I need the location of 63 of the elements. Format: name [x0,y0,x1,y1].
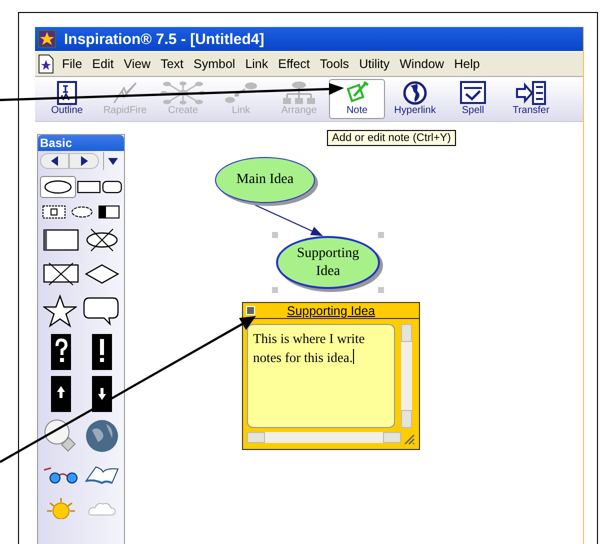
toolbar-button[interactable]: Transfer [503,79,559,119]
tooltip: Add or edit note (Ctrl+Y) [327,130,456,146]
globe-icon[interactable] [84,418,120,454]
oval-icon [43,179,73,195]
selection-handle[interactable] [272,287,278,293]
menu-item[interactable]: Effect [273,57,315,71]
palette-title: Basic [38,135,124,151]
palette-forward-button[interactable] [69,153,98,169]
document-icon[interactable] [38,54,54,74]
menu-item[interactable]: Utility [354,57,395,71]
link-icon [224,81,258,105]
app-icon [38,30,56,48]
palette-symbol[interactable] [40,176,76,198]
idea-oval[interactable]: Supporting Idea [276,236,380,289]
menu-item[interactable]: View [118,57,156,71]
toolbar-button[interactable]: Spell [445,79,501,119]
vertical-scrollbar[interactable] [401,324,412,428]
menu-item[interactable]: File [57,57,88,71]
crossed-rectangle-icon[interactable] [42,262,78,286]
diamond-icon[interactable] [84,263,120,285]
speech-bubble-icon[interactable] [83,296,119,326]
menu-item[interactable]: Text [156,57,189,71]
idea-oval[interactable]: Main Idea [215,157,315,203]
globe-icon [403,81,427,105]
note-icon [345,81,369,105]
note-close-box[interactable] [246,306,255,315]
caret-icon [108,158,118,164]
dotted-box-icon[interactable] [42,204,66,220]
left-triangle-icon [50,156,59,166]
wide-rectangle-icon[interactable] [43,229,79,251]
toolbar-button[interactable]: Outline [39,79,95,119]
outline-icon [56,81,78,105]
menu-item[interactable]: Help [449,57,485,71]
toolbar-button[interactable]: Note [329,79,385,119]
exclamation-mark-icon[interactable] [92,334,112,370]
palette-back-button[interactable] [40,153,70,169]
selection-handle[interactable] [272,232,278,238]
selection-handle[interactable] [378,287,384,293]
right-triangle-icon [80,156,88,166]
note-title: Supporting Idea [286,304,376,318]
lightning-icon [112,81,138,105]
resize-grip-icon[interactable] [403,433,415,445]
menu-item[interactable]: Link [240,57,274,71]
question-mark-icon[interactable] [50,334,70,370]
link-arrow[interactable] [254,204,323,236]
menu-item[interactable]: Window [394,57,450,71]
menu-item[interactable]: Symbol [188,57,240,71]
cloud-shape-icon[interactable] [70,204,94,220]
spell-check-icon [460,81,486,105]
horizontal-scrollbar[interactable] [247,432,401,443]
tree-diagram-icon [282,81,316,105]
transfer-icon [516,81,546,105]
menu-item[interactable]: Edit [87,57,119,71]
half-filled-rectangle-icon[interactable] [98,204,120,220]
selection-handle[interactable] [378,232,384,238]
rounded-rectangle-icon[interactable] [102,179,122,195]
note-text-field[interactable]: This is where I write notes for this idea. [247,324,395,428]
menu-item[interactable]: Tools [314,57,354,71]
rectangle-icon[interactable] [76,179,102,195]
crossed-oval-icon[interactable] [85,228,119,252]
window-title: Inspiration® 7.5 - [Untitled4] [64,30,264,48]
star-icon[interactable] [43,294,77,328]
toolbar-button[interactable]: Hyperlink [387,79,443,119]
